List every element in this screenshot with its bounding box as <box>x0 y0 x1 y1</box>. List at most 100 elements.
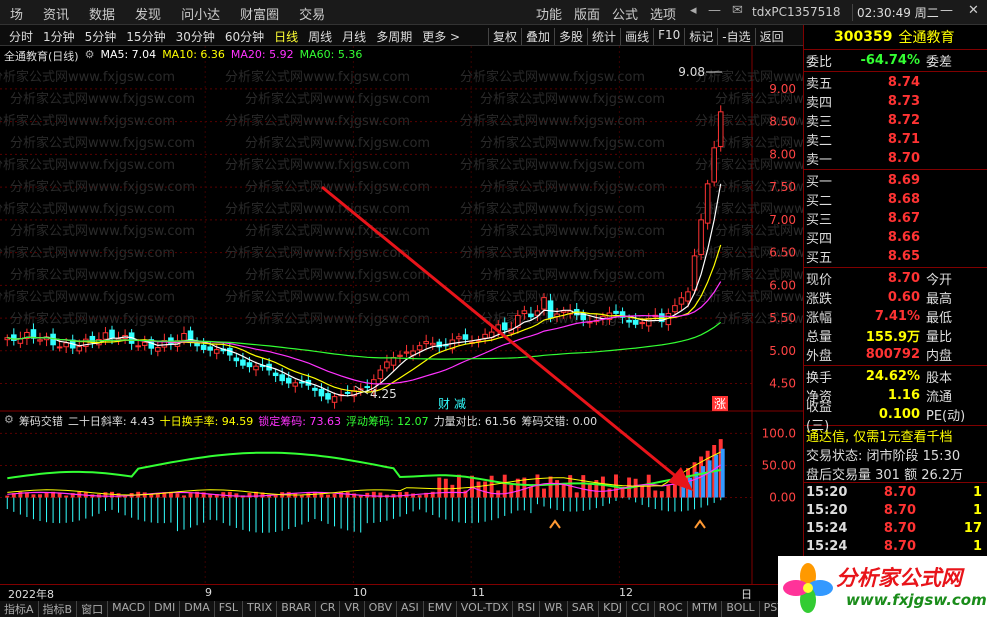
promo-notice[interactable]: 通达信, 仅需1元查看千档 <box>804 426 987 445</box>
candle-body <box>685 291 691 302</box>
candle-body <box>37 339 43 342</box>
tool-button[interactable]: 画线 <box>620 28 653 45</box>
indicator-tab[interactable]: RSI <box>513 601 541 617</box>
indicator-tab[interactable]: OBV <box>365 601 398 617</box>
sell-level: 卖二 8.71 <box>804 130 987 149</box>
stat-row: 涨跌 0.60 最高 <box>804 288 987 307</box>
indicator-tab[interactable]: KDJ <box>599 601 628 617</box>
stat-row-label2: 今开 <box>926 273 953 288</box>
period-tab[interactable]: 周线 <box>303 28 337 45</box>
price-axis-label: 5.00 <box>769 344 796 358</box>
indicator-tab[interactable]: ROC <box>655 601 688 617</box>
tick-list: 15:20 8.70 1 15:20 8.70 1 15:24 8.70 17 15:24 8.70… <box>804 483 987 555</box>
stat2-row-label2: 股本 <box>926 371 953 386</box>
tick-price: 8.70 <box>883 502 916 518</box>
period-tab[interactable]: 多周期 <box>371 28 417 45</box>
indicator-tab[interactable]: SAR <box>568 601 600 617</box>
sell-level-label: 卖四 <box>806 96 833 111</box>
ratio-label2: 委差 <box>926 55 953 70</box>
tool-button[interactable]: 返回 <box>754 28 788 45</box>
indicator-tab[interactable]: 指标B <box>39 601 78 617</box>
stat-row-value: 7.41% <box>874 309 920 324</box>
indicator-settings-icon[interactable]: ⚙ <box>4 413 14 429</box>
period-tab[interactable]: 30分钟 <box>171 28 220 45</box>
period-tab[interactable]: 分时 <box>4 28 38 45</box>
terminal-id: tdxPC1357518 <box>752 5 841 19</box>
indicator-tab[interactable]: CCI <box>627 601 655 617</box>
menu-item[interactable]: 问小达 <box>171 4 230 23</box>
price-axis-label: 8.50 <box>769 115 796 129</box>
right-menu-item[interactable]: 公式 <box>606 4 644 23</box>
minimize-dash-icon[interactable]: — <box>708 3 721 18</box>
menu-item[interactable]: 财富圈 <box>230 4 289 23</box>
indicator-tab[interactable]: EMV <box>424 601 457 617</box>
sell-level-price: 8.70 <box>887 151 920 166</box>
watermark-text: 分析家公式网www.fxjgsw.com <box>480 91 665 107</box>
indicator-tab[interactable]: DMA <box>180 601 215 617</box>
indicator-tab[interactable]: BRAR <box>277 601 317 617</box>
buy-level: 买五 8.65 <box>804 247 987 266</box>
indicator-tab[interactable]: VOL-TDX <box>457 601 514 617</box>
indicator-tab[interactable]: 窗口 <box>77 601 109 617</box>
date-label: 12 <box>619 586 633 599</box>
candle-body <box>76 346 83 352</box>
tool-button[interactable]: 标记 <box>684 28 717 45</box>
candle-body <box>403 351 410 354</box>
period-tab[interactable]: 5分钟 <box>80 28 122 45</box>
tool-button[interactable]: 统计 <box>587 28 620 45</box>
indicator-tab[interactable]: ASI <box>397 601 424 617</box>
tool-button[interactable]: F10 <box>653 28 684 45</box>
candle-body <box>344 391 351 394</box>
after-hours: 盘后交易量 301 额 26.2万 <box>804 464 987 483</box>
cross-label: 筹码交错: 0.00 <box>521 415 598 428</box>
clock: 02:30:49 周二 <box>852 4 939 21</box>
tick-volume: 1 <box>972 502 982 518</box>
period-tab[interactable]: 日线 <box>269 28 303 45</box>
watermark-text: 分析家公式网www.fxjgsw.com <box>460 157 645 173</box>
watermark-text: 分析家公式网www.fxjgsw.com <box>245 179 430 195</box>
indicator-tab[interactable]: WR <box>540 601 568 617</box>
right-menu-item[interactable]: 版面 <box>568 4 606 23</box>
settings-icon[interactable]: ⚙ <box>85 48 95 64</box>
indicator-tab[interactable]: DMI <box>150 601 181 617</box>
tool-button[interactable]: 多股 <box>554 28 587 45</box>
candle-body <box>207 346 213 351</box>
period-tab[interactable]: 1分钟 <box>38 28 80 45</box>
watermark-text: 分析家公式网www.fxjgsw.com <box>225 157 410 173</box>
tool-button[interactable]: 复权 <box>488 28 521 45</box>
stock-header: 300359 全通教育 <box>804 25 987 50</box>
tool-button[interactable]: -自选 <box>717 28 754 45</box>
stat-row-value: 800792 <box>865 347 920 362</box>
indicator-tab[interactable]: MACD <box>108 601 151 617</box>
indicator-tab[interactable]: 指标A <box>0 601 39 617</box>
right-menu-item[interactable]: 功能 <box>530 4 568 23</box>
close-icon[interactable]: ✕ <box>968 3 979 18</box>
indicator-tab[interactable]: TRIX <box>243 601 278 617</box>
right-menu-item[interactable]: 选项 <box>644 4 682 23</box>
sell-level: 卖一 8.70 <box>804 149 987 168</box>
menu-item[interactable]: 资讯 <box>33 4 79 23</box>
menu-item[interactable]: 交易 <box>289 4 335 23</box>
menu-item[interactable]: 场 <box>0 4 33 23</box>
stat-row-label: 涨幅 <box>806 311 833 326</box>
indicator-tab[interactable]: FSL <box>215 601 244 617</box>
indicator-tab[interactable]: BOLL <box>722 601 760 617</box>
slope-label: 二十日斜率: 4.43 <box>67 415 155 428</box>
back-icon[interactable]: ◂ <box>690 3 697 18</box>
candle-body <box>541 297 547 310</box>
menu-item[interactable]: 数据 <box>79 4 125 23</box>
period-tab[interactable]: 更多 > <box>417 28 465 45</box>
indicator-tab[interactable]: CR <box>316 601 341 617</box>
tool-button[interactable]: 叠加 <box>521 28 554 45</box>
indicator-tab[interactable]: VR <box>340 601 365 617</box>
watermark-text: 分析家公式网www.fxjgsw.com <box>10 223 195 239</box>
minimize-icon[interactable]: — <box>940 3 953 18</box>
mail-icon[interactable]: ✉ <box>732 3 743 18</box>
kline-chart[interactable]: 分析家公式网www.fxjgsw.com 分析家公式网www.fxjgsw.com… <box>0 46 803 584</box>
candle-body <box>547 300 554 319</box>
menu-item[interactable]: 发现 <box>125 4 171 23</box>
indicator-tab[interactable]: MTM <box>688 601 723 617</box>
period-tab[interactable]: 月线 <box>337 28 371 45</box>
period-tab[interactable]: 15分钟 <box>121 28 170 45</box>
period-tab[interactable]: 60分钟 <box>220 28 269 45</box>
